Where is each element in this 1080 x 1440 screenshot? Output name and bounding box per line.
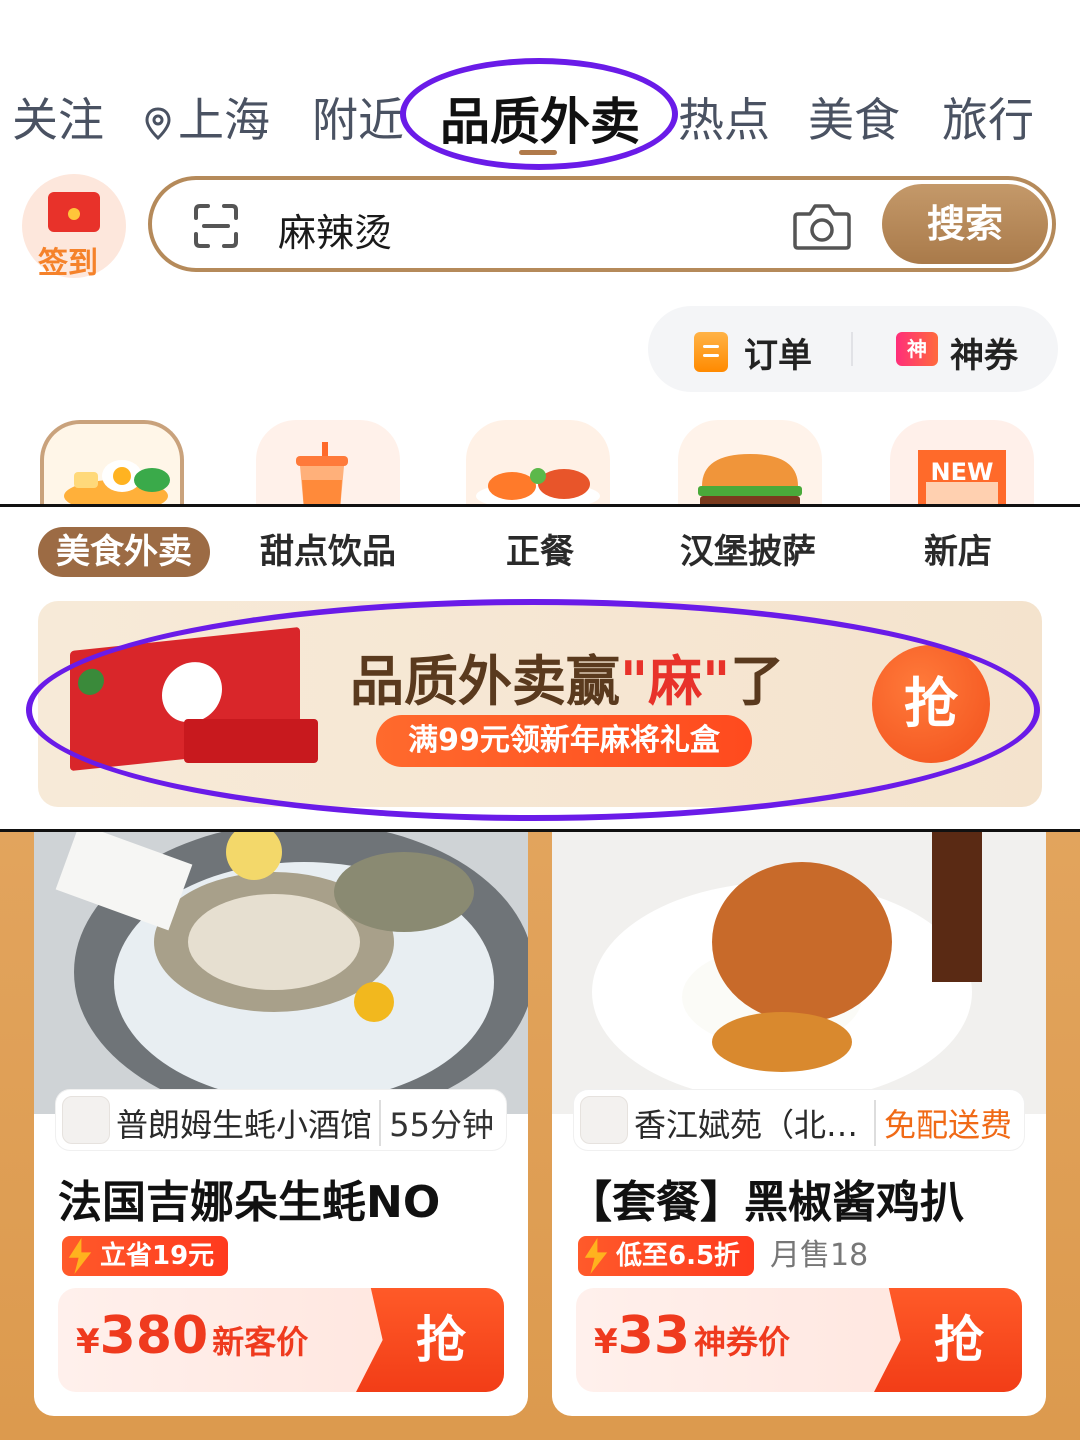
dish-name: 法国吉娜朵生蚝NO xyxy=(58,1177,441,1228)
price: ¥380 新客价 xyxy=(76,1306,309,1366)
dish-name: 【套餐】黑椒酱鸡扒 xyxy=(568,1177,964,1228)
rice-bowl-icon xyxy=(64,460,170,510)
shop-info[interactable]: 香江娬苑（北… 免配送费 xyxy=(574,1090,1024,1150)
product-card[interactable]: 香江娬苑（北… 免配送费 【套餐】黑椒酱鸡扒 低至6.5折 月售18 ¥33 神券… xyxy=(552,832,1046,1416)
category-icon-dessert-drinks[interactable] xyxy=(256,420,400,510)
tab-hot[interactable]: 热点 xyxy=(678,84,770,150)
shop-info[interactable]: 普朗姆生蚝小酒馆 55分钟 xyxy=(56,1090,506,1150)
shop-name: 普朗姆生蚝小酒馆 xyxy=(116,1106,373,1144)
dish-icon xyxy=(476,468,600,510)
lightning-icon xyxy=(68,1238,92,1274)
oyster-photo xyxy=(34,832,528,1114)
discount-tag: 立省19元 xyxy=(62,1236,229,1276)
discount-tag: 低至6.5折 xyxy=(578,1236,755,1276)
shop-logo xyxy=(580,1096,628,1144)
annotation-circle xyxy=(400,58,678,170)
grab-button[interactable]: 抢 xyxy=(874,1288,1022,1392)
product-feed: 普朗姆生蚝小酒馆 55分钟 法国吉娜朵生蚝NO 立省19元 ¥380 新客价 抢 … xyxy=(0,832,1080,1440)
grab-button[interactable]: 抢 xyxy=(356,1288,504,1392)
orders-link[interactable]: 订单 xyxy=(744,328,812,377)
search-button[interactable]: 搜索 xyxy=(882,184,1048,264)
shop-logo xyxy=(62,1096,110,1144)
category-icon-food-delivery[interactable] xyxy=(40,420,184,510)
category-icon-new-store[interactable]: NEW xyxy=(890,420,1034,510)
shop-name: 香江娬苑（北… xyxy=(634,1106,859,1144)
signin-label: 签到 xyxy=(38,246,98,281)
location-pin-icon xyxy=(145,106,171,140)
tab-city[interactable]: 上海 xyxy=(144,84,270,150)
signin-button[interactable]: 签到 xyxy=(22,174,126,281)
scan-icon[interactable] xyxy=(192,202,240,250)
search-bar[interactable]: 麻辣烫 搜索 xyxy=(148,176,1056,272)
price: ¥33 神券价 xyxy=(594,1306,791,1366)
free-delivery-label: 免配送费 xyxy=(873,1100,1012,1146)
tab-food[interactable]: 美食 xyxy=(808,84,900,150)
search-input[interactable]: 麻辣烫 xyxy=(278,202,392,257)
order-icon xyxy=(694,332,728,372)
tab-travel[interactable]: 旅行 xyxy=(942,84,1034,150)
new-badge: NEW xyxy=(931,458,994,486)
category-tab-main-meal[interactable]: 正餐 xyxy=(506,527,574,577)
coupons-link[interactable]: 神券 xyxy=(950,328,1018,377)
tab-nearby[interactable]: 附近 xyxy=(312,84,404,150)
category-icon-main-meal[interactable] xyxy=(466,420,610,510)
quick-links: 订单 神 神券 xyxy=(648,306,1058,392)
annotation-ellipse xyxy=(26,599,1040,821)
delivery-time: 55分钟 xyxy=(379,1100,494,1146)
product-card[interactable]: 普朗姆生蚝小酒馆 55分钟 法国吉娜朵生蚝NO 立省19元 ¥380 新客价 抢 xyxy=(34,832,528,1416)
category-tab-new-store[interactable]: 新店 xyxy=(924,527,992,577)
top-nav: 关注 上海 附近 品质外卖 热点 美食 旅行 xyxy=(0,0,1080,170)
drink-cup-icon xyxy=(296,442,348,510)
category-panel: 美食外卖 甜点饮品 正餐 汉堡披萨 新店 品质外卖赢"麻"了 满99元领新年麻将… xyxy=(0,504,1080,832)
price-bar[interactable]: ¥380 新客价 抢 xyxy=(58,1288,504,1392)
tab-follow[interactable]: 关注 xyxy=(12,84,104,150)
category-tab-dessert-drinks[interactable]: 甜点饮品 xyxy=(260,527,396,577)
price-bar[interactable]: ¥33 神券价 抢 xyxy=(576,1288,1022,1392)
category-icon-burger-pizza[interactable] xyxy=(678,420,822,510)
chicken-chop-photo xyxy=(552,832,1046,1114)
coupon-icon: 神 xyxy=(896,332,938,366)
city-label: 上海 xyxy=(178,93,270,147)
divider xyxy=(851,332,853,366)
lightning-icon xyxy=(584,1238,608,1274)
red-envelope-icon xyxy=(48,192,100,232)
burger-icon xyxy=(698,454,802,510)
camera-icon[interactable] xyxy=(792,200,852,252)
new-store-icon: NEW xyxy=(918,450,1006,510)
category-tab-burger-pizza[interactable]: 汉堡披萨 xyxy=(680,527,816,577)
category-tab-food-delivery[interactable]: 美食外卖 xyxy=(38,527,210,577)
monthly-sales: 月售18 xyxy=(770,1238,869,1273)
